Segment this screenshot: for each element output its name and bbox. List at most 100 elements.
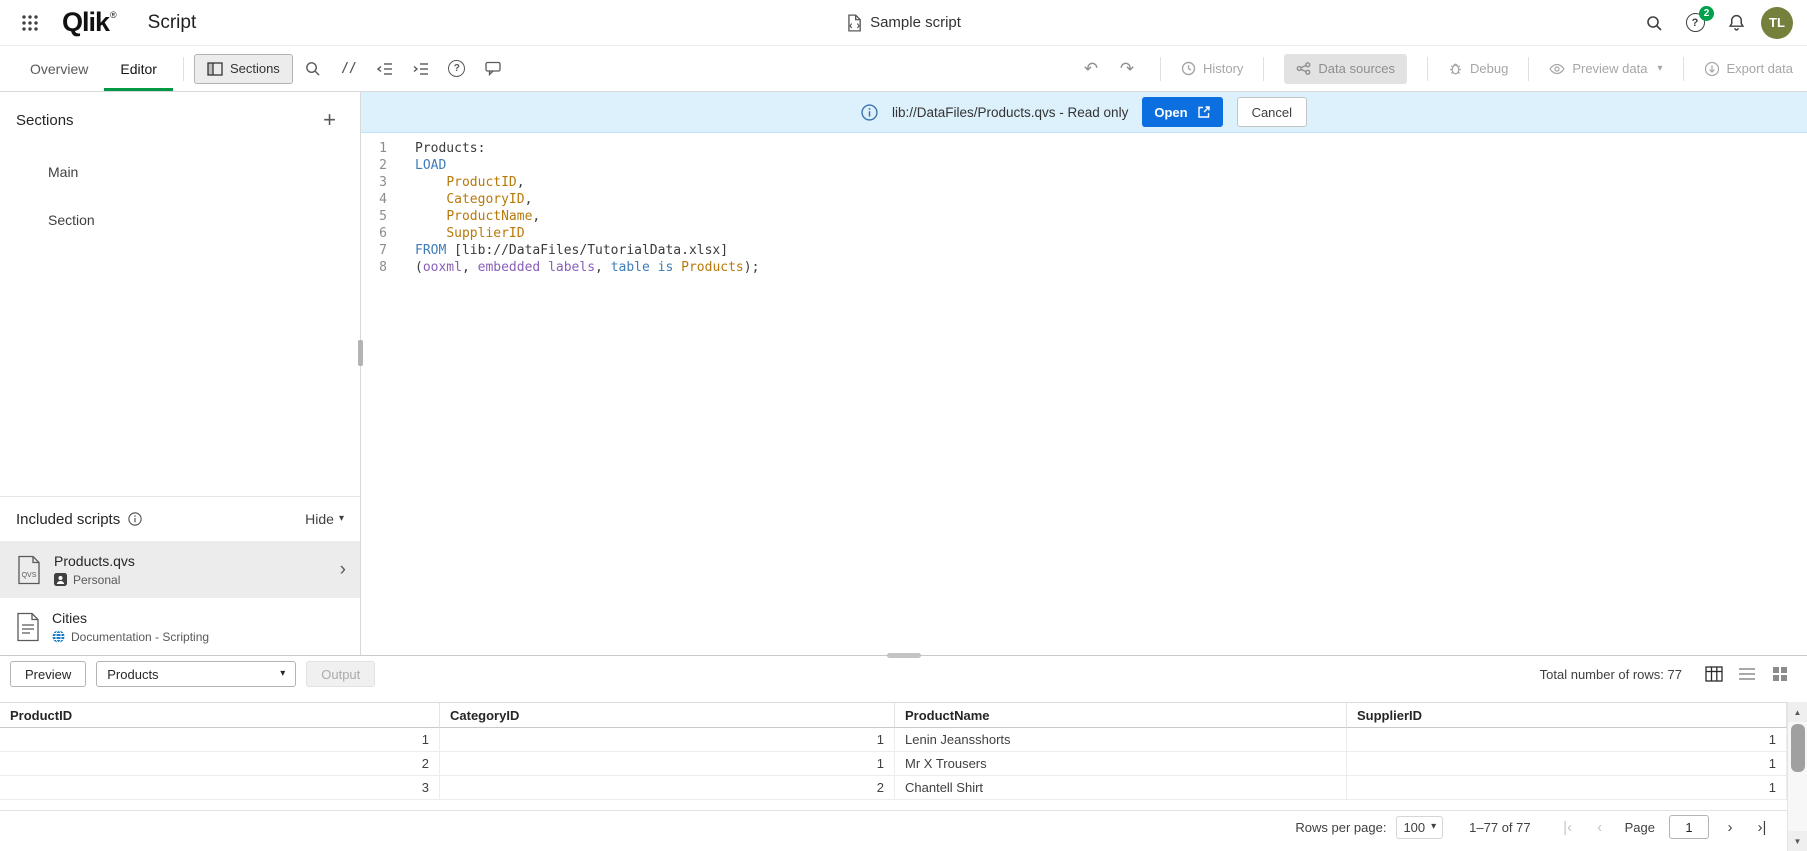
code-text: (ooxml, embedded labels, table is Produc… <box>401 259 759 276</box>
toolbar-divider <box>183 57 184 81</box>
first-page-button[interactable]: |‹ <box>1557 816 1579 838</box>
script-space-label: Personal <box>73 573 120 587</box>
page-input[interactable] <box>1669 815 1709 839</box>
included-scripts-title: Included scripts <box>16 511 120 528</box>
code-text: SupplierID <box>401 225 525 242</box>
debug-button[interactable]: Debug <box>1448 61 1508 76</box>
table-cell: 1 <box>1347 776 1787 800</box>
table-select[interactable]: Products ▾ <box>96 661 296 687</box>
toolbar-divider <box>1263 57 1264 81</box>
rows-per-page-select[interactable]: 100 ▾ <box>1396 816 1443 839</box>
toolbar-divider <box>1528 57 1529 81</box>
column-header[interactable]: CategoryID <box>440 702 895 728</box>
code-text: FROM [lib://DataFiles/TutorialData.xlsx] <box>401 242 728 259</box>
avatar[interactable]: TL <box>1761 7 1793 39</box>
sections-toggle-button[interactable]: Sections <box>194 54 293 84</box>
split-drag-handle[interactable] <box>887 653 921 658</box>
redo-button[interactable]: ↷ <box>1114 56 1140 82</box>
column-header[interactable]: ProductName <box>895 702 1347 728</box>
output-toggle-button[interactable]: Output <box>306 661 375 687</box>
code-line[interactable]: 4 CategoryID, <box>361 191 1807 208</box>
open-icon <box>1197 105 1211 119</box>
readonly-banner: lib://DataFiles/Products.qvs - Read only… <box>361 92 1807 133</box>
document-file-icon <box>16 612 40 642</box>
last-page-icon: ›| <box>1758 819 1767 836</box>
chevron-down-icon: ▾ <box>280 669 285 679</box>
scrollbar-track[interactable] <box>1788 722 1807 831</box>
cancel-button[interactable]: Cancel <box>1237 97 1307 127</box>
line-number: 5 <box>361 208 401 225</box>
table-view-button[interactable] <box>1701 661 1727 687</box>
code-line[interactable]: 7FROM [lib://DataFiles/TutorialData.xlsx… <box>361 242 1807 259</box>
preview-controls: Preview Products ▾ Output Total number o… <box>0 656 1807 692</box>
bell-icon <box>1727 13 1746 32</box>
code-text: CategoryID, <box>401 191 532 208</box>
preview-toggle-button[interactable]: Preview <box>10 661 86 687</box>
top-bar: Qlik® Script Sample script ? 2 TL <box>0 0 1807 46</box>
total-rows-label: Total number of rows: 77 <box>1540 667 1682 682</box>
code-line[interactable]: 8(ooxml, embedded labels, table is Produ… <box>361 259 1807 276</box>
next-page-button[interactable]: › <box>1719 816 1741 838</box>
section-item-section[interactable]: Section <box>0 196 360 244</box>
export-icon <box>1704 61 1720 77</box>
sections-title: Sections <box>16 112 74 129</box>
toolbar-divider <box>1160 57 1161 81</box>
script-code-editor[interactable]: 1Products:2LOAD3 ProductID,4 CategoryID,… <box>361 133 1807 655</box>
scroll-up-button[interactable]: ▲ <box>1788 702 1807 722</box>
table-scrollbar[interactable]: ▲ ▼ <box>1787 702 1807 851</box>
line-number: 4 <box>361 191 401 208</box>
panel-layout-icon <box>207 62 223 76</box>
table-cell: 1 <box>1347 752 1787 776</box>
scroll-down-button[interactable]: ▼ <box>1788 831 1807 851</box>
tab-editor[interactable]: Editor <box>104 46 173 91</box>
data-sources-button[interactable]: Data sources <box>1284 54 1407 84</box>
column-header[interactable]: SupplierID <box>1347 702 1787 728</box>
preview-table: ProductIDCategoryIDProductNameSupplierID… <box>0 702 1807 800</box>
indent-button[interactable] <box>405 53 437 85</box>
script-editor-pane: lib://DataFiles/Products.qvs - Read only… <box>361 92 1807 655</box>
syntax-help-button[interactable]: ? <box>441 53 473 85</box>
table-cell: 1 <box>1347 728 1787 752</box>
undo-button[interactable]: ↶ <box>1078 56 1104 82</box>
add-section-button[interactable]: + <box>323 109 336 131</box>
outdent-button[interactable] <box>369 53 401 85</box>
outdent-icon <box>377 62 393 76</box>
included-script-cities[interactable]: Cities Documentation - Scripting <box>0 598 360 655</box>
history-button[interactable]: History <box>1181 61 1243 76</box>
included-script-products[interactable]: QVS Products.qvs Personal › <box>0 541 360 598</box>
code-line[interactable]: 5 ProductName, <box>361 208 1807 225</box>
export-data-button[interactable]: Export data <box>1704 61 1794 77</box>
grid-view-button[interactable] <box>1767 661 1793 687</box>
eye-icon <box>1549 63 1565 75</box>
section-item-main[interactable]: Main <box>0 148 360 196</box>
scrollbar-thumb[interactable] <box>1791 724 1805 772</box>
sidebar-spacer <box>0 244 360 496</box>
code-line[interactable]: 2LOAD <box>361 157 1807 174</box>
search-icon <box>304 60 321 77</box>
last-page-button[interactable]: ›| <box>1751 816 1773 838</box>
code-line[interactable]: 6 SupplierID <box>361 225 1807 242</box>
list-view-button[interactable] <box>1734 661 1760 687</box>
open-button[interactable]: Open <box>1142 97 1222 127</box>
code-line[interactable]: 3 ProductID, <box>361 174 1807 191</box>
hide-included-scripts-button[interactable]: Hide ▾ <box>305 511 344 527</box>
notifications-button[interactable] <box>1720 7 1752 39</box>
help-button[interactable]: ? 2 <box>1679 7 1711 39</box>
comment-toggle-button[interactable]: // <box>333 53 365 85</box>
chevron-down-icon: ▾ <box>339 514 344 524</box>
tab-overview[interactable]: Overview <box>14 46 104 91</box>
column-header[interactable]: ProductID <box>0 702 440 728</box>
sidebar-resize-handle[interactable] <box>358 340 363 366</box>
rows-per-page-label: Rows per page: <box>1295 820 1386 835</box>
code-line[interactable]: 1Products: <box>361 140 1807 157</box>
script-name: Cities <box>52 610 209 626</box>
comment-bubble-button[interactable] <box>477 53 509 85</box>
search-button[interactable] <box>1638 7 1670 39</box>
preview-data-caret-button[interactable]: ▾ <box>1657 64 1662 74</box>
table-cell: 1 <box>440 752 895 776</box>
search-script-button[interactable] <box>297 53 329 85</box>
banner-message: lib://DataFiles/Products.qvs - Read only <box>892 105 1128 120</box>
app-launcher-button[interactable] <box>14 8 44 38</box>
preview-data-button[interactable]: Preview data <box>1549 61 1647 76</box>
prev-page-button[interactable]: ‹ <box>1589 816 1611 838</box>
